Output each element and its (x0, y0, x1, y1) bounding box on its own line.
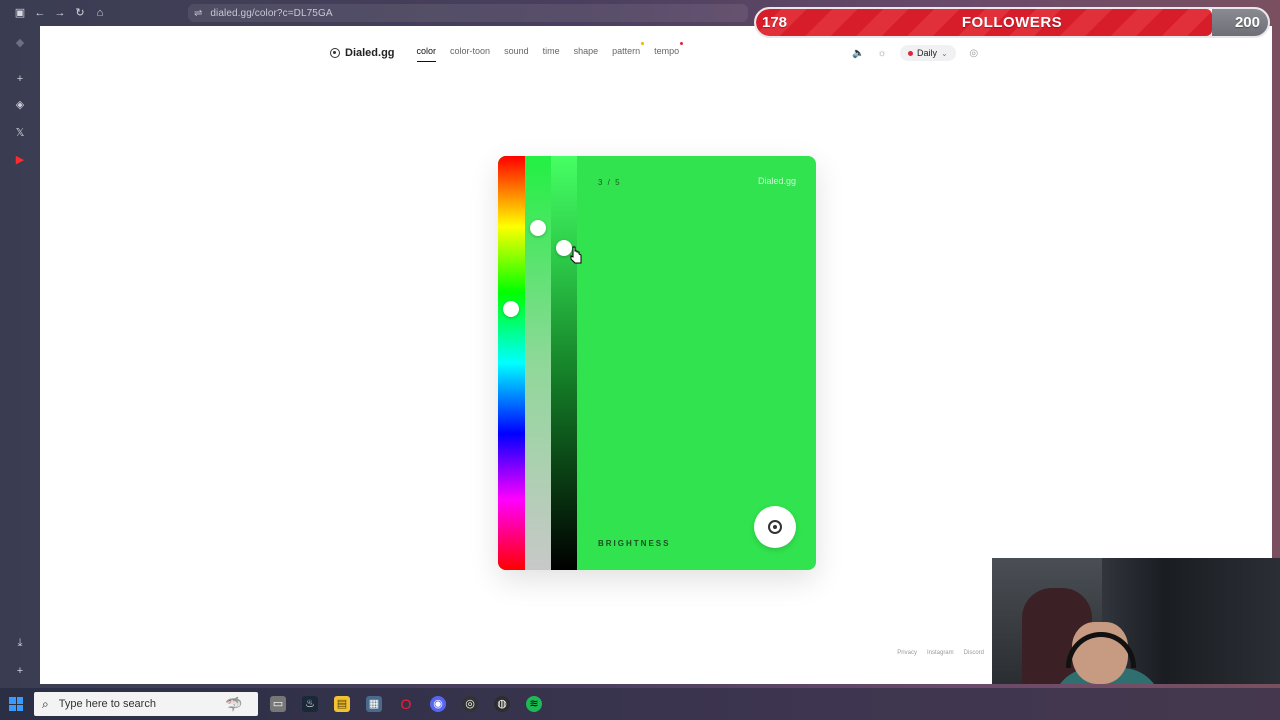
home-icon[interactable]: ⌂ (93, 6, 107, 20)
address-bar[interactable]: ⇌ dialed.gg/color?c=DL75GA (188, 4, 748, 22)
back-icon[interactable]: ← (33, 6, 47, 20)
saturation-slider-track[interactable] (525, 156, 551, 570)
card-brand: Dialed.gg (757, 176, 796, 186)
url-text[interactable]: dialed.gg/color?c=DL75GA (210, 8, 332, 19)
pinned-app-icon[interactable]: ◈ (13, 98, 27, 112)
account-icon[interactable]: ◎ (968, 48, 980, 59)
reload-icon[interactable]: ↻ (73, 6, 87, 20)
submit-button[interactable] (754, 506, 796, 548)
obs-icon[interactable]: ◎ (462, 696, 478, 712)
tab-pattern-label: pattern (612, 46, 641, 56)
calculator-icon[interactable]: ▦ (366, 696, 382, 712)
add-tab-icon[interactable]: + (13, 72, 27, 86)
file-explorer-icon[interactable]: ▤ (334, 696, 350, 712)
search-icon: ⌕ (42, 696, 49, 711)
ghost-tab-icon[interactable]: ◆ (13, 36, 27, 50)
windows-start-icon[interactable] (9, 697, 23, 711)
game-tabs: color color-toon sound time shape patter… (416, 42, 684, 62)
privacy-link[interactable]: Privacy (897, 650, 917, 656)
search-placeholder: Type here to search (58, 698, 156, 710)
discord-link[interactable]: Discord (964, 650, 984, 656)
opera-icon[interactable]: O (398, 696, 414, 712)
sound-icon[interactable]: 🔈 (852, 48, 864, 59)
tab-pattern[interactable]: pattern (612, 42, 645, 60)
browser-sidebar: ◆ + ◈ 𝕏 ▶ ⤓ + (0, 26, 40, 684)
file-explorer-alt-icon[interactable]: ▭ (270, 696, 286, 712)
hand-cursor-icon (570, 246, 582, 264)
saturation-slider-knob[interactable] (530, 220, 546, 236)
spotify-icon[interactable]: ≋ (526, 696, 542, 712)
live-dot (908, 50, 913, 56)
site-logo[interactable]: Dialed.gg (330, 47, 395, 59)
tab-color[interactable]: color (416, 46, 436, 62)
round-counter: 3 / 5 (598, 178, 622, 187)
logo-text: Dialed.gg (345, 47, 395, 59)
hue-slider-knob[interactable] (503, 301, 519, 317)
tab-shape[interactable]: shape (574, 46, 599, 60)
forward-icon[interactable]: → (53, 6, 67, 20)
follower-label: FOLLOWERS (961, 14, 1063, 31)
follower-goal-bar: 178 FOLLOWERS 200 (754, 7, 1270, 38)
sidebar-add-icon[interactable]: + (13, 664, 27, 678)
dial-logo-icon (330, 48, 340, 58)
webcam-overlay (992, 558, 1280, 684)
sidebar-toggle-icon[interactable]: ▣ (13, 6, 27, 20)
downloads-icon[interactable]: ⤓ (13, 636, 27, 650)
instagram-link[interactable]: Instagram (927, 650, 954, 656)
mode-label: Daily (917, 48, 938, 58)
hue-slider-track[interactable] (498, 156, 525, 570)
theme-sun-icon[interactable]: ☼ (876, 48, 888, 59)
brightness-slider-track[interactable] (551, 156, 577, 570)
windows-taskbar: ⌕ Type here to search 🦈 ▭ ♨ ▤ ▦ O ◉ ◎ ◍ … (0, 688, 1280, 720)
follower-goal: 200 (1234, 14, 1260, 31)
youtube-icon[interactable]: ▶ (13, 153, 27, 167)
tab-tempo-label: tempo (654, 46, 680, 56)
steam-icon[interactable]: ♨ (302, 696, 318, 712)
new-dot (641, 42, 645, 45)
mode-dropdown[interactable]: Daily ⌄ (900, 45, 956, 61)
site-info-icon[interactable]: ⇌ (194, 8, 202, 19)
tab-time[interactable]: time (543, 46, 560, 60)
recorder-icon[interactable]: ◍ (494, 696, 510, 712)
color-game-card: 3 / 5 Dialed.gg BRIGHTNESS (498, 156, 816, 570)
header-controls: 🔈 ☼ Daily ⌄ ◎ (852, 45, 980, 61)
footer-links: Privacy Instagram Discord (897, 650, 984, 656)
site-nav: Dialed.gg color color-toon sound time sh… (330, 42, 684, 62)
shark-widget-icon[interactable]: 🦈 (214, 696, 254, 712)
dial-icon (768, 520, 782, 534)
x-icon[interactable]: 𝕏 (13, 126, 27, 140)
tab-color-toon[interactable]: color-toon (450, 46, 490, 60)
discord-icon[interactable]: ◉ (430, 696, 446, 712)
tab-tempo[interactable]: tempo (654, 42, 684, 60)
slider-stage-label: BRIGHTNESS (598, 539, 671, 548)
chevron-down-icon: ⌄ (941, 48, 948, 58)
new-dot (680, 42, 684, 45)
tab-sound[interactable]: sound (504, 46, 529, 60)
